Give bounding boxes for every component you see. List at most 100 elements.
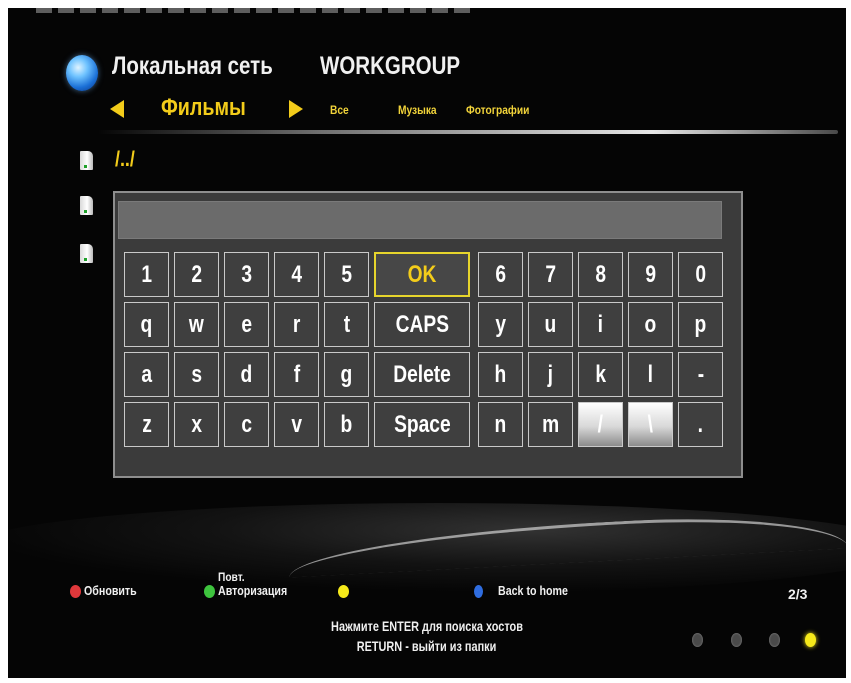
key-label: r xyxy=(292,310,301,338)
key-label: 4 xyxy=(291,260,302,288)
key-char[interactable]: 7 xyxy=(528,252,573,297)
key-ok[interactable]: OK xyxy=(374,252,470,297)
page-dot-2 xyxy=(731,633,742,647)
key-char[interactable]: a xyxy=(124,352,169,397)
keyboard-input-field[interactable] xyxy=(118,201,722,239)
key-label: CAPS xyxy=(395,310,449,338)
key-label: 0 xyxy=(695,260,706,288)
key-char[interactable]: m xyxy=(528,402,573,447)
blue-button-icon xyxy=(474,585,483,599)
key-char[interactable]: h xyxy=(478,352,523,397)
legend-reauth[interactable]: Авторизация xyxy=(204,583,302,599)
file-item-parent[interactable]: /../ xyxy=(115,148,135,172)
key-char[interactable]: q xyxy=(124,302,169,347)
legend-refresh-label: Обновить xyxy=(84,583,137,598)
key-label: 3 xyxy=(241,260,252,288)
key-char[interactable]: z xyxy=(124,402,169,447)
key-char[interactable]: n xyxy=(478,402,523,447)
key-label: 8 xyxy=(595,260,606,288)
key-label: j xyxy=(547,360,554,388)
key-label: y xyxy=(495,310,506,338)
file-icon xyxy=(80,151,93,170)
key-char[interactable]: g xyxy=(324,352,369,397)
legend-refresh[interactable]: Обновить xyxy=(70,583,148,599)
category-prev-arrow-icon[interactable] xyxy=(110,100,124,118)
legend-reauth-label: Авторизация xyxy=(218,583,288,598)
key-char[interactable]: j xyxy=(528,352,573,397)
key-char[interactable]: 6 xyxy=(478,252,523,297)
page-dot-1 xyxy=(692,633,703,647)
key-label: p xyxy=(694,310,707,338)
key-label: f xyxy=(293,360,300,388)
key-label: 5 xyxy=(341,260,352,288)
key-label: \ xyxy=(647,410,654,438)
key-char[interactable]: 2 xyxy=(174,252,219,297)
key-char[interactable]: t xyxy=(324,302,369,347)
key-delete[interactable]: Delete xyxy=(374,352,470,397)
key-label: . xyxy=(697,410,704,438)
category-current[interactable]: Фильмы xyxy=(161,94,246,122)
key-char[interactable]: r xyxy=(274,302,319,347)
key-char[interactable]: c xyxy=(224,402,269,447)
key-char[interactable]: f xyxy=(274,352,319,397)
file-icon xyxy=(80,196,93,215)
key-char[interactable]: 5 xyxy=(324,252,369,297)
key-char[interactable]: 3 xyxy=(224,252,269,297)
key-char[interactable]: e xyxy=(224,302,269,347)
key-char[interactable]: 9 xyxy=(628,252,673,297)
key-label: x xyxy=(191,410,202,438)
page-dot-4 xyxy=(805,633,816,647)
key-char[interactable]: x xyxy=(174,402,219,447)
category-all[interactable]: Все xyxy=(330,103,349,117)
key-label: / xyxy=(597,410,604,438)
key-char[interactable]: 0 xyxy=(678,252,723,297)
key-char[interactable]: k xyxy=(578,352,623,397)
key-label: 6 xyxy=(495,260,506,288)
key-char[interactable]: 8 xyxy=(578,252,623,297)
key-char[interactable]: s xyxy=(174,352,219,397)
hint-return-text: RETURN - выйти из папки xyxy=(357,638,497,654)
key-char[interactable]: 1 xyxy=(124,252,169,297)
key-char[interactable]: p xyxy=(678,302,723,347)
key-char[interactable]: u xyxy=(528,302,573,347)
key-char[interactable]: v xyxy=(274,402,319,447)
key-char[interactable]: \ xyxy=(628,402,673,447)
category-next-arrow-icon[interactable] xyxy=(289,100,303,118)
key-label: 9 xyxy=(645,260,656,288)
key-char[interactable]: y xyxy=(478,302,523,347)
category-music[interactable]: Музыка xyxy=(398,103,437,117)
key-label: w xyxy=(189,310,204,338)
hint-return: RETURN - выйти из папки xyxy=(8,638,846,654)
key-char[interactable]: i xyxy=(578,302,623,347)
key-label: v xyxy=(291,410,302,438)
legend-yellow[interactable] xyxy=(338,583,352,599)
key-label: k xyxy=(595,360,606,388)
green-button-icon xyxy=(204,585,215,599)
key-char[interactable]: 4 xyxy=(274,252,319,297)
key-char[interactable]: / xyxy=(578,402,623,447)
key-label: b xyxy=(340,410,353,438)
network-globe-icon xyxy=(66,55,98,91)
category-photos[interactable]: Фотографии xyxy=(466,103,529,117)
key-label: c xyxy=(241,410,252,438)
yellow-button-icon xyxy=(338,585,349,599)
key-char[interactable]: w xyxy=(174,302,219,347)
key-caps[interactable]: CAPS xyxy=(374,302,470,347)
legend-back-home-label: Back to home xyxy=(497,583,568,598)
key-label: z xyxy=(141,410,152,438)
key-char[interactable]: - xyxy=(678,352,723,397)
page-title: Локальная сеть xyxy=(112,52,273,80)
legend-reauth-line1: Повт. xyxy=(218,570,245,584)
key-label: g xyxy=(340,360,353,388)
key-label: n xyxy=(494,410,507,438)
key-char[interactable]: l xyxy=(628,352,673,397)
legend-back-home[interactable]: Back to home xyxy=(474,583,583,599)
key-char[interactable]: b xyxy=(324,402,369,447)
key-label: i xyxy=(597,310,604,338)
key-char[interactable]: o xyxy=(628,302,673,347)
key-label: t xyxy=(343,310,350,338)
page-counter: 2/3 xyxy=(788,586,808,602)
key-char[interactable]: d xyxy=(224,352,269,397)
key-char[interactable]: . xyxy=(678,402,723,447)
key-space[interactable]: Space xyxy=(374,402,470,447)
